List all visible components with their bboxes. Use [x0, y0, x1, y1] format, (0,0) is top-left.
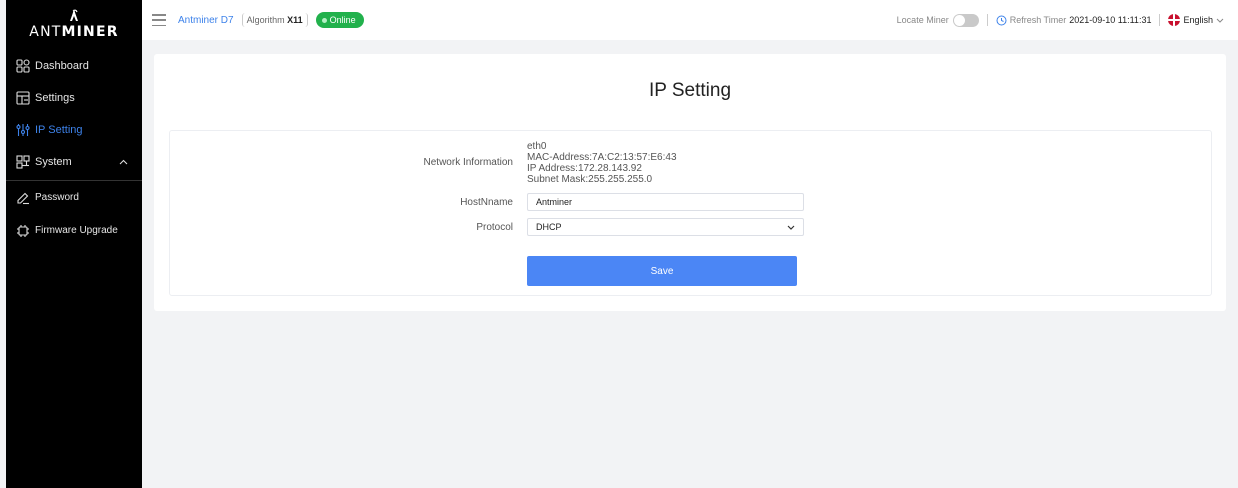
sidebar-item-ip-setting[interactable]: IP Setting — [6, 114, 142, 146]
sidebar-item-label: Password — [35, 192, 79, 203]
sidebar-item-password[interactable]: Password — [6, 181, 142, 214]
sidebar-item-system[interactable]: System — [6, 146, 142, 178]
separator — [986, 14, 988, 26]
refresh-timer-label: Refresh Timer — [1009, 15, 1067, 25]
ip-setting-form: Network Information eth0 MAC-Address:7A:… — [169, 130, 1212, 296]
refresh-timer-icon[interactable] — [996, 15, 1007, 26]
network-information-value: eth0 MAC-Address:7A:C2:13:57:E6:43 IP Ad… — [527, 141, 677, 185]
chevron-up-icon[interactable] — [119, 159, 128, 165]
language-label: English — [1183, 15, 1213, 25]
chevron-down-icon — [1216, 18, 1224, 23]
status-dot-icon — [321, 17, 327, 23]
interface-name: eth0 — [527, 141, 547, 152]
protocol-label: Protocol — [476, 222, 513, 233]
locate-miner-label: Locate Miner — [896, 15, 949, 25]
protocol-select[interactable]: DHCP — [527, 218, 804, 236]
antminer-logo: ANTMINER — [6, 0, 142, 48]
logo-text: ANTMINER — [29, 24, 118, 40]
refresh-timer-value: 2021-09-10 11:11:31 — [1069, 15, 1152, 25]
sidebar-item-firmware-upgrade[interactable]: Firmware Upgrade — [6, 214, 142, 247]
settings-icon — [16, 91, 30, 105]
ip-setting-panel: IP Setting Network Information eth0 MAC-… — [154, 54, 1226, 311]
chip-icon — [17, 224, 29, 237]
hostname-label: HostNname — [460, 197, 513, 208]
status-badge: Online — [315, 12, 364, 28]
sidebar-item-dashboard[interactable]: Dashboard — [6, 50, 142, 82]
ip-address: IP Address:172.28.143.92 — [527, 163, 642, 174]
logo-mark-icon — [70, 9, 78, 21]
separator — [1159, 14, 1161, 26]
protocol-selected-value: DHCP — [536, 222, 562, 232]
algorithm-label: Algorithm — [246, 15, 285, 25]
locate-miner-toggle[interactable] — [952, 13, 979, 27]
chevron-down-icon — [787, 225, 795, 230]
save-button[interactable]: Save — [527, 256, 797, 286]
uk-flag-icon — [1168, 14, 1181, 26]
logo-text-bold: MINER — [61, 24, 119, 40]
hostname-input[interactable] — [527, 193, 804, 211]
sidebar-item-label: Dashboard — [35, 60, 89, 72]
network-information-label: Network Information — [423, 157, 513, 168]
algorithm-value: X11 — [287, 15, 303, 25]
sidebar-item-label: System — [35, 156, 72, 168]
language-selector[interactable]: English — [1168, 14, 1224, 26]
sliders-icon — [16, 124, 30, 136]
hamburger-menu-icon[interactable] — [152, 14, 166, 26]
algorithm-badge: Algorithm X11 — [241, 13, 308, 27]
sidebar-item-label: IP Setting — [35, 124, 83, 136]
system-icon — [16, 155, 30, 169]
sidebar-item-label: Firmware Upgrade — [35, 225, 118, 236]
sidebar: ANTMINER Dashboard Settings IP Setting S… — [6, 0, 142, 488]
logo-text-light: ANT — [29, 24, 62, 40]
subnet-mask: Subnet Mask:255.255.255.0 — [527, 174, 653, 185]
sidebar-item-settings[interactable]: Settings — [6, 82, 142, 114]
mac-address: MAC-Address:7A:C2:13:57:E6:43 — [527, 152, 677, 163]
top-bar: Antminer D7 Algorithm X11 Online Locate … — [142, 0, 1238, 40]
top-right-controls: Locate Miner Refresh Timer 2021-09-10 11… — [897, 0, 1224, 40]
miner-name: Antminer D7 — [178, 14, 234, 26]
status-text: Online — [329, 15, 356, 25]
sidebar-item-label: Settings — [35, 92, 75, 104]
dashboard-icon — [16, 59, 30, 73]
page-title: IP Setting — [648, 80, 732, 101]
edit-icon — [17, 192, 29, 204]
